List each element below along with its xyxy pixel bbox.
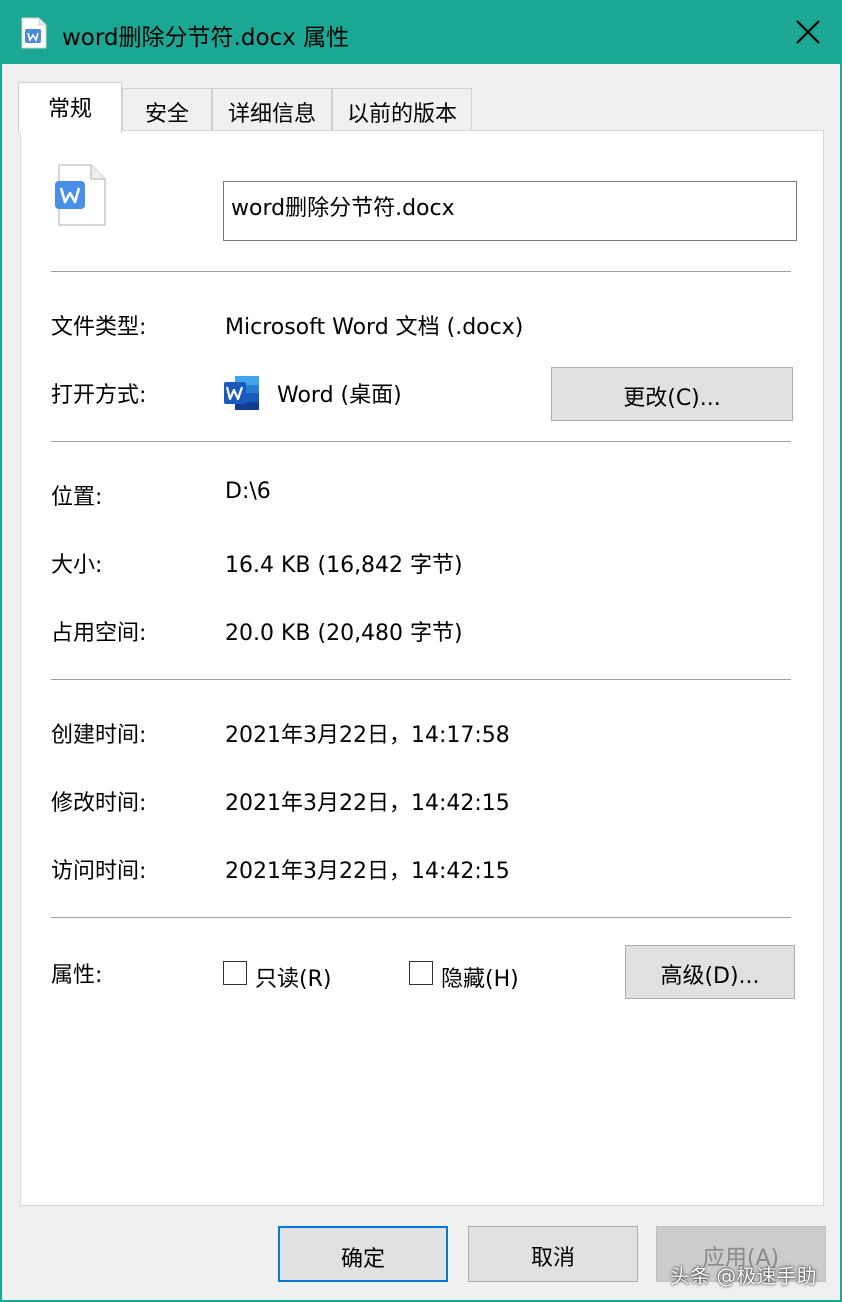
- attributes-label: 属性:: [51, 963, 103, 988]
- modified-label: 修改时间:: [51, 791, 147, 816]
- size-label: 大小:: [51, 553, 103, 578]
- file-type-value: Microsoft Word 文档 (.docx): [225, 315, 524, 340]
- advanced-button[interactable]: 高级(D)...: [625, 945, 795, 999]
- tab-general[interactable]: 常规: [18, 82, 122, 133]
- hidden-label[interactable]: 隐藏(H): [441, 961, 519, 993]
- location-label: 位置:: [51, 485, 103, 510]
- wps-document-icon: [53, 163, 109, 227]
- document-icon: [20, 17, 48, 49]
- separator: [51, 441, 791, 442]
- separator: [51, 679, 791, 680]
- general-panel: word删除分节符.docx 文件类型: Microsoft Word 文档 (…: [20, 130, 824, 1206]
- title-bar[interactable]: word删除分节符.docx 属性: [2, 2, 840, 64]
- hidden-checkbox[interactable]: [409, 961, 433, 985]
- tab-previous-versions[interactable]: 以前的版本: [332, 88, 472, 131]
- open-with-value: Word (桌面): [277, 383, 402, 408]
- close-button[interactable]: [786, 10, 830, 54]
- readonly-label[interactable]: 只读(R): [255, 961, 331, 993]
- readonly-checkbox[interactable]: [223, 961, 247, 985]
- file-name-input[interactable]: word删除分节符.docx: [223, 181, 797, 241]
- open-with-label: 打开方式:: [51, 383, 147, 408]
- separator: [51, 917, 791, 918]
- accessed-value: 2021年3月22日，14:42:15: [225, 859, 510, 884]
- separator: [51, 271, 791, 272]
- cancel-button[interactable]: 取消: [468, 1226, 638, 1282]
- ok-button[interactable]: 确定: [278, 1226, 448, 1282]
- tab-details[interactable]: 详细信息: [212, 88, 332, 131]
- disk-size-label: 占用空间:: [51, 621, 147, 646]
- accessed-label: 访问时间:: [51, 859, 147, 884]
- file-type-label: 文件类型:: [51, 315, 147, 340]
- tab-security[interactable]: 安全: [122, 88, 212, 131]
- watermark: 头条 @极速手助: [670, 1264, 817, 1288]
- size-value: 16.4 KB (16,842 字节): [225, 553, 463, 578]
- disk-size-value: 20.0 KB (20,480 字节): [225, 621, 463, 646]
- properties-dialog: word删除分节符.docx 属性 常规 安全 详细信息 以前的版本 word删…: [0, 0, 842, 1302]
- word-app-icon: [223, 373, 261, 413]
- modified-value: 2021年3月22日，14:42:15: [225, 791, 510, 816]
- window-title: word删除分节符.docx 属性: [62, 25, 350, 51]
- change-button[interactable]: 更改(C)...: [551, 367, 793, 421]
- created-label: 创建时间:: [51, 723, 147, 748]
- location-value: D:\6: [225, 479, 271, 504]
- close-icon: [796, 20, 820, 44]
- created-value: 2021年3月22日，14:17:58: [225, 723, 510, 748]
